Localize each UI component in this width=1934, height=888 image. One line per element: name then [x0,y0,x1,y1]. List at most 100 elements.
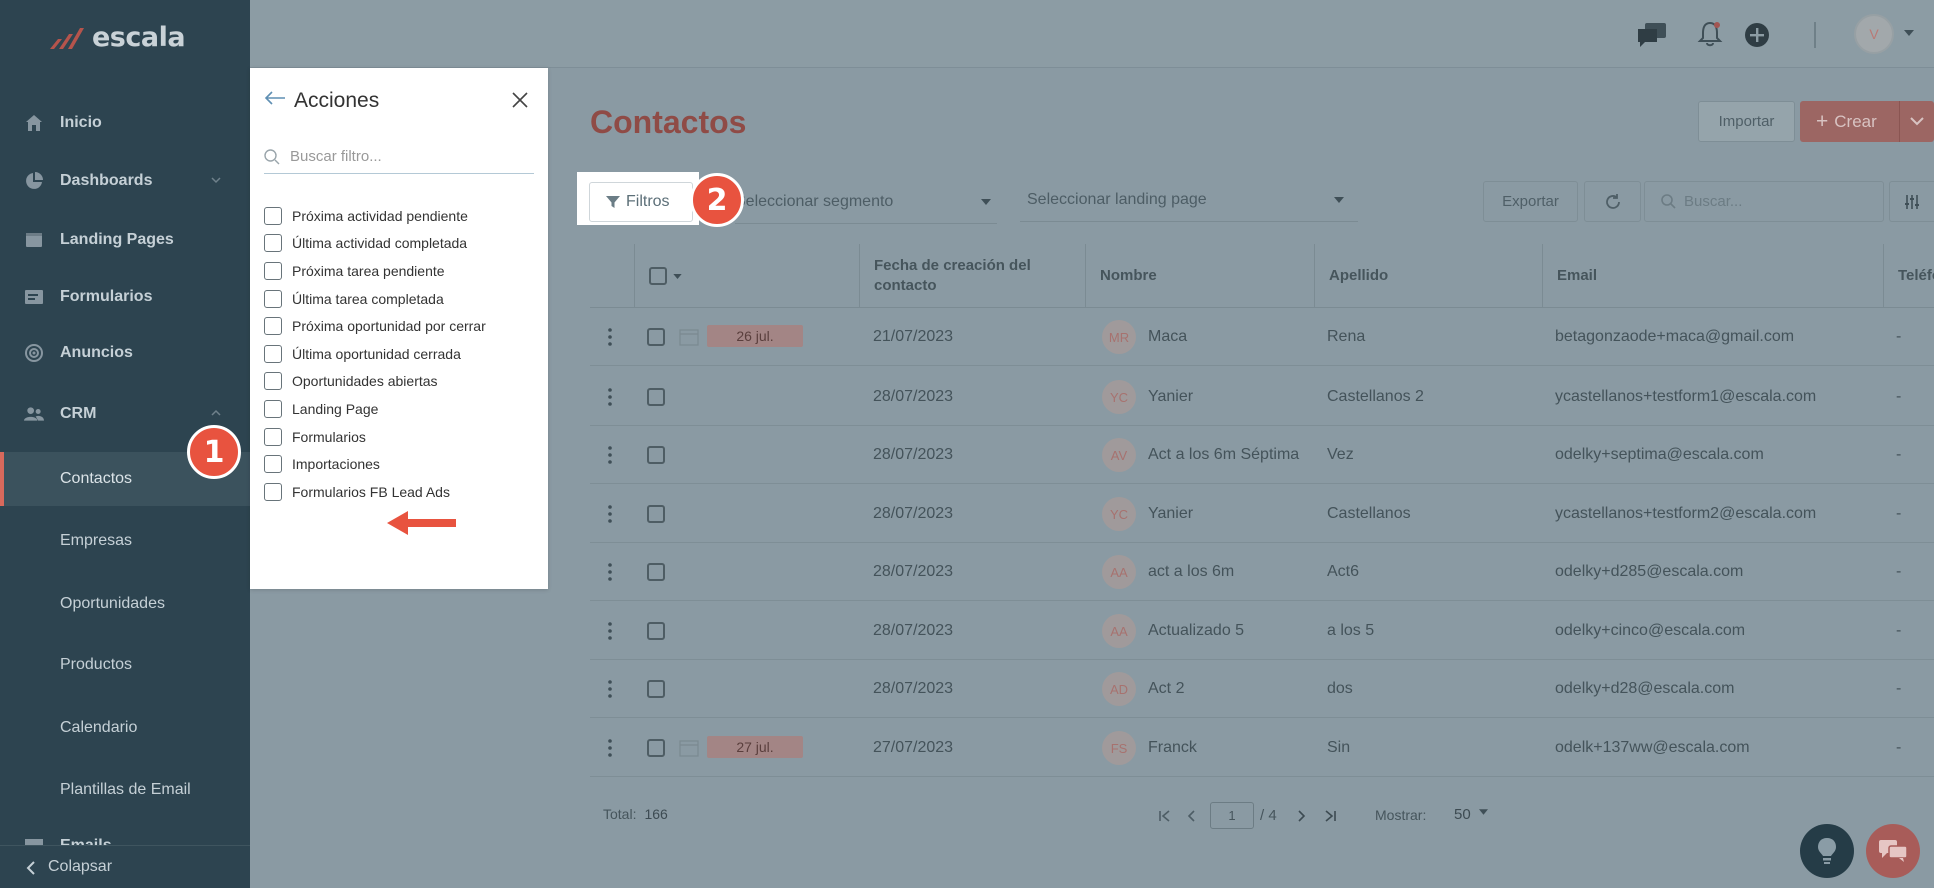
sidebar-item-emails[interactable]: Emails [0,825,250,845]
segment-select[interactable]: Seleccionar segmento [735,180,997,224]
sidebar-item-landing-pages[interactable]: Landing Pages [0,220,250,260]
table-row[interactable]: 28/07/2023 AD Act 2 dos odelky+d28@escala.co… [590,660,1934,718]
header-apellido[interactable]: Apellido [1314,244,1542,308]
cell-nombre[interactable]: Act a los 6m Séptima [1148,426,1299,484]
cell-nombre[interactable]: Actualizado 5 [1148,602,1244,660]
filter-option[interactable]: Última oportunidad cerrada [264,343,461,365]
sidebar-subitem-empresas[interactable]: Empresas [0,514,250,568]
filter-option-checkbox[interactable] [264,483,282,501]
page-size-select[interactable]: 50 [1454,806,1471,823]
table-row[interactable]: 28/07/2023 AA act a los 6m Act6 odelky+d285@… [590,543,1934,601]
prev-page-icon[interactable] [1186,809,1196,823]
caret-down-icon[interactable] [1479,809,1488,815]
collapse-button[interactable]: Colapsar [0,845,250,888]
user-avatar[interactable]: V [1854,14,1894,54]
cell-nombre[interactable]: Maca [1148,308,1187,366]
filter-option[interactable]: Oportunidades abiertas [264,370,438,392]
filter-option-checkbox[interactable] [264,234,282,252]
chat-icon[interactable] [1637,22,1667,48]
filter-option[interactable]: Importaciones [264,453,380,475]
row-menu-icon[interactable] [608,660,612,718]
bell-icon[interactable] [1697,20,1723,48]
sidebar-item-anuncios[interactable]: Anuncios [0,333,250,373]
row-checkbox[interactable] [647,602,665,660]
header-email[interactable]: Email [1542,244,1883,308]
filter-option-checkbox[interactable] [264,455,282,473]
arrow-left-icon[interactable] [264,90,286,106]
table-row[interactable]: 28/07/2023 AA Actualizado 5 a los 5 odelky+c… [590,602,1934,660]
row-menu-icon[interactable] [608,368,612,426]
cell-nombre[interactable]: Yanier [1148,485,1193,543]
table-row[interactable]: 26 jul. 21/07/2023 MR Maca Rena betagonzaode+… [590,308,1934,366]
row-checkbox[interactable] [647,368,665,426]
row-checkbox[interactable] [647,719,665,777]
table-row[interactable]: 28/07/2023 AV Act a los 6m Séptima Vez odelk… [590,426,1934,484]
table-row[interactable]: 27 jul. 27/07/2023 FS Franck Sin odelk+137ww@… [590,719,1934,777]
filter-option-checkbox[interactable] [264,207,282,225]
sidebar-item-inicio[interactable]: Inicio [0,103,250,143]
sidebar-subitem-plantillas[interactable]: Plantillas de Email [0,763,250,817]
create-dropdown-toggle[interactable] [1899,101,1934,142]
sidebar-subitem-productos[interactable]: Productos [0,638,250,692]
filter-search-input[interactable]: Buscar filtro... [264,140,534,174]
table-row[interactable]: 28/07/2023 YC Yanier Castellanos 2 ycastella… [590,368,1934,426]
create-button[interactable]: + Crear [1800,101,1934,142]
filter-option[interactable]: Última tarea completada [264,288,444,310]
header-select[interactable] [634,244,859,308]
sidebar-subitem-calendario[interactable]: Calendario [0,701,250,755]
last-page-icon[interactable] [1323,809,1337,823]
row-menu-icon[interactable] [608,426,612,484]
chat-widget-button[interactable] [1866,824,1920,878]
filters-button[interactable]: Filtros [589,182,693,222]
landing-page-select[interactable]: Seleccionar landing page [1020,178,1358,222]
caret-down-icon[interactable] [1904,30,1914,36]
row-menu-icon[interactable] [608,543,612,601]
select-all-checkbox[interactable] [649,267,667,285]
row-checkbox[interactable] [647,543,665,601]
filter-option-checkbox[interactable] [264,290,282,308]
import-button[interactable]: Importar [1698,101,1795,142]
help-bulb-button[interactable] [1800,824,1854,878]
filter-option-checkbox[interactable] [264,345,282,363]
cell-nombre[interactable]: act a los 6m [1148,543,1234,601]
close-icon[interactable] [512,92,528,108]
filter-option-checkbox[interactable] [264,372,282,390]
header-fecha[interactable]: Fecha de creación del contacto [859,244,1085,308]
table-row[interactable]: 28/07/2023 YC Yanier Castellanos ycastellano… [590,485,1934,543]
filter-option[interactable]: Próxima actividad pendiente [264,205,468,227]
page-input[interactable]: 1 [1210,802,1254,829]
row-checkbox[interactable] [647,426,665,484]
filter-option-checkbox[interactable] [264,317,282,335]
cell-nombre[interactable]: Yanier [1148,368,1193,426]
filter-option[interactable]: Formularios FB Lead Ads [264,481,450,503]
row-checkbox[interactable] [647,308,665,366]
add-circle-icon[interactable] [1744,22,1770,48]
row-menu-icon[interactable] [608,719,612,777]
filter-option[interactable]: Próxima tarea pendiente [264,260,445,282]
caret-down-icon[interactable] [673,273,682,279]
filter-option[interactable]: Última actividad completada [264,232,467,254]
export-button[interactable]: Exportar [1483,181,1578,222]
sidebar-item-dashboards[interactable]: Dashboards [0,161,250,201]
cell-nombre[interactable]: Act 2 [1148,660,1184,718]
row-menu-icon[interactable] [608,308,612,366]
filter-option-checkbox[interactable] [264,428,282,446]
row-menu-icon[interactable] [608,485,612,543]
header-nombre[interactable]: Nombre [1085,244,1314,308]
logo[interactable]: escala [48,22,186,53]
search-input[interactable]: Buscar... [1644,181,1884,222]
sidebar-item-formularios[interactable]: Formularios [0,277,250,317]
column-settings-button[interactable] [1889,181,1934,222]
row-checkbox[interactable] [647,660,665,718]
first-page-icon[interactable] [1158,809,1172,823]
filter-option[interactable]: Próxima oportunidad por cerrar [264,315,486,337]
sidebar-subitem-oportunidades[interactable]: Oportunidades [0,577,250,631]
filter-option[interactable]: Formularios [264,426,366,448]
filter-option-checkbox[interactable] [264,400,282,418]
next-page-icon[interactable] [1297,809,1307,823]
row-checkbox[interactable] [647,485,665,543]
refresh-button[interactable] [1584,181,1641,222]
header-telefono[interactable]: Teléfo [1883,244,1934,308]
filter-option-checkbox[interactable] [264,262,282,280]
cell-nombre[interactable]: Franck [1148,719,1197,777]
